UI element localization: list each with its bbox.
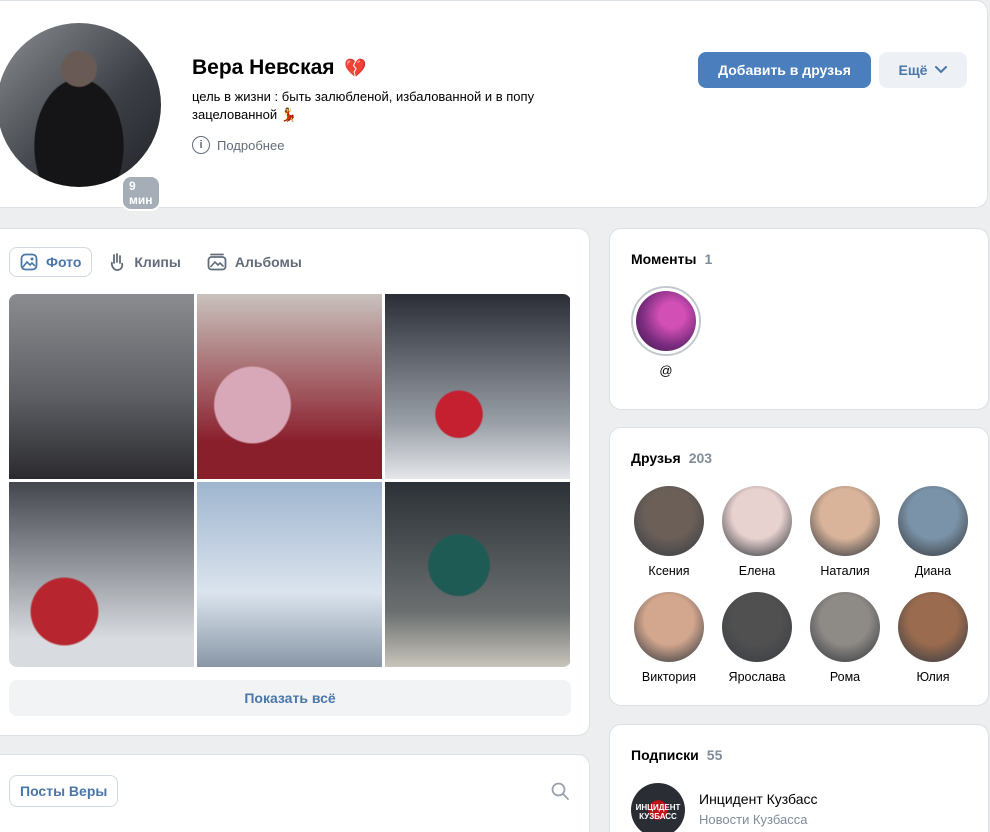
- friend-avatar: [810, 592, 880, 662]
- friend-name: Ярослава: [728, 670, 786, 684]
- photo-thumbnail[interactable]: [9, 482, 194, 667]
- friend-avatar: [898, 592, 968, 662]
- last-seen-badge: 9 мин: [121, 175, 161, 211]
- friend-avatar: [898, 486, 968, 556]
- more-info-link[interactable]: i Подробнее: [192, 136, 284, 154]
- subscriptions-title: Подписки: [631, 747, 699, 763]
- friend-name: Наталия: [820, 564, 870, 578]
- friend-item[interactable]: Диана: [889, 486, 977, 592]
- friend-name: Елена: [738, 564, 776, 578]
- friends-section: Друзья 203 Ксения Елена Наталия Диана Ви…: [609, 427, 989, 706]
- show-all-photos-button[interactable]: Показать всё: [9, 680, 571, 716]
- more-actions-button[interactable]: Ещё: [879, 52, 967, 88]
- photo-thumbnail[interactable]: [197, 482, 382, 667]
- friend-item[interactable]: Рома: [801, 592, 889, 698]
- subscription-logo-text: ИНЦИДЕНТ КУЗБАСС: [635, 803, 681, 821]
- photo-thumbnail[interactable]: [385, 482, 570, 667]
- friend-item[interactable]: Юлия: [889, 592, 977, 698]
- friend-name: Ксения: [648, 564, 690, 578]
- profile-avatar[interactable]: 9 мин: [0, 23, 161, 211]
- subscription-name: Инцидент Кузбасс: [699, 791, 818, 807]
- friend-avatar: [722, 592, 792, 662]
- photo-grid: [9, 294, 571, 667]
- subscriptions-count: 55: [706, 747, 723, 763]
- clips-icon: [111, 253, 124, 271]
- tab-posts[interactable]: Посты Веры: [9, 775, 119, 807]
- profile-name: Вера Невская 💔: [192, 56, 367, 80]
- avatar-photo[interactable]: [0, 23, 161, 187]
- more-info-label: Подробнее: [217, 137, 285, 153]
- friend-avatar: [634, 592, 704, 662]
- friends-header[interactable]: Друзья 203: [631, 450, 712, 466]
- subscription-avatar: ИНЦИДЕНТ КУЗБАСС: [631, 783, 685, 832]
- tab-photos-label: Фото: [46, 254, 82, 270]
- profile-name-text: Вера Невская: [192, 56, 335, 79]
- search-icon[interactable]: [550, 781, 570, 801]
- friend-item[interactable]: Виктория: [625, 592, 713, 698]
- tab-clips[interactable]: Клипы: [98, 247, 190, 277]
- add-friend-button[interactable]: Добавить в друзья: [698, 52, 871, 88]
- tab-photos[interactable]: Фото: [9, 247, 93, 277]
- photo-thumbnail[interactable]: [9, 294, 194, 479]
- friend-name: Юлия: [916, 670, 950, 684]
- subscription-item[interactable]: ИНЦИДЕНТ КУЗБАСС Инцидент Кузбасс Новост…: [631, 783, 818, 832]
- friend-item[interactable]: Наталия: [801, 486, 889, 592]
- media-section: Фото Клипы Альбомы Показать всё: [0, 228, 590, 736]
- subscriptions-header[interactable]: Подписки 55: [631, 747, 722, 763]
- friend-avatar: [722, 486, 792, 556]
- moments-header[interactable]: Моменты 1: [631, 251, 712, 267]
- friend-item[interactable]: Елена: [713, 486, 801, 592]
- tab-albums-label: Альбомы: [234, 254, 302, 270]
- profile-status: цель в жизни : быть залюбленой, избалова…: [192, 89, 535, 122]
- chevron-down-icon: [935, 66, 948, 74]
- friend-avatar: [634, 486, 704, 556]
- photo-thumbnail[interactable]: [385, 294, 570, 479]
- moments-section: Моменты 1 @: [609, 228, 989, 410]
- subscriptions-section: Подписки 55 ИНЦИДЕНТ КУЗБАСС Инцидент Ку…: [609, 724, 989, 832]
- friend-item[interactable]: Ксения: [625, 486, 713, 592]
- moment-label: @: [659, 363, 673, 378]
- moments-title: Моменты: [631, 251, 697, 267]
- tab-clips-label: Клипы: [134, 254, 181, 270]
- photo-thumbnail[interactable]: [197, 294, 382, 479]
- albums-icon: [207, 253, 227, 271]
- friends-grid: Ксения Елена Наталия Диана Виктория Ярос…: [625, 486, 977, 698]
- friend-name: Виктория: [641, 670, 697, 684]
- subscription-desc: Новости Кузбасса: [699, 812, 808, 827]
- photo-icon: [20, 253, 38, 271]
- friend-name: Рома: [829, 670, 861, 684]
- posts-section: Посты Веры: [0, 754, 590, 832]
- media-tabs: Фото Клипы Альбомы: [9, 247, 312, 277]
- tab-albums[interactable]: Альбомы: [197, 247, 312, 277]
- more-actions-label: Ещё: [898, 62, 928, 78]
- info-icon: i: [192, 136, 210, 154]
- friends-count: 203: [688, 450, 713, 466]
- friend-name: Диана: [914, 564, 952, 578]
- broken-heart-icon: 💔: [344, 58, 367, 78]
- moment-item[interactable]: [631, 286, 701, 356]
- moments-count: 1: [704, 251, 713, 267]
- friends-title: Друзья: [631, 450, 681, 466]
- friend-item[interactable]: Ярослава: [713, 592, 801, 698]
- profile-header: 9 мин Вера Невская 💔 цель в жизни : быть…: [0, 0, 988, 211]
- friend-avatar: [810, 486, 880, 556]
- moment-thumbnail: [636, 291, 696, 351]
